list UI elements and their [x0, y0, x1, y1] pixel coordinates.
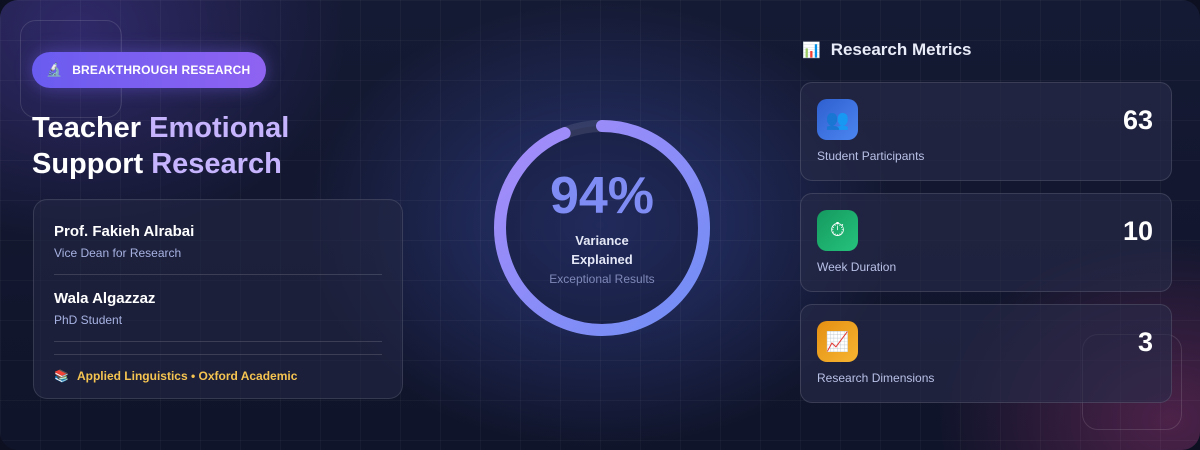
metric-value: 3: [1137, 327, 1153, 357]
author-role: Vice Dean for Research: [54, 246, 182, 260]
title-word-highlight: Research: [151, 148, 282, 180]
metric-card-dimensions: 📈 3 Research Dimensions: [800, 304, 1172, 403]
badge-label: BREAKTHROUGH RESEARCH: [72, 63, 251, 77]
variance-sublabel: Exceptional Results: [549, 272, 655, 286]
bar-chart-icon: 📊: [802, 42, 821, 59]
author-name: Prof. Fakieh Alrabai: [54, 223, 195, 240]
variance-percent: 94%: [549, 167, 655, 225]
journal-label: Applied Linguistics • Oxford Academic: [76, 369, 298, 383]
people-icon: 👥: [817, 99, 858, 140]
variance-label-line: Variance: [575, 233, 629, 248]
metrics-title: Research Metrics: [830, 40, 972, 59]
trend-chart-icon: 📈: [817, 321, 858, 362]
metric-card-duration: ⏱ 10 Week Duration: [800, 193, 1172, 292]
people-icon-glyph: 👥: [825, 109, 850, 131]
author-role: PhD Student: [54, 313, 123, 327]
authors-panel: Prof. Fakieh Alrabai Vice Dean for Resea…: [33, 199, 403, 399]
metric-value: 63: [1122, 105, 1153, 135]
divider: [54, 354, 382, 355]
author-name: Wala Algazzaz: [54, 290, 156, 307]
ring-center: 94% Variance Explained Exceptional Resul…: [492, 118, 712, 338]
author-entry: Wala Algazzaz PhD Student: [54, 289, 382, 342]
metric-label: Research Dimensions: [817, 371, 935, 385]
variance-ring: 94% Variance Explained Exceptional Resul…: [492, 118, 712, 338]
microscope-icon: 🔬: [46, 62, 63, 77]
page-title: Teacher Emotional Support Research: [32, 110, 432, 182]
author-entry: Prof. Fakieh Alrabai Vice Dean for Resea…: [54, 222, 382, 275]
journal-info: 📚 Applied Linguistics • Oxford Academic: [54, 369, 382, 383]
metric-label: Week Duration: [817, 260, 897, 274]
title-word: Teacher: [32, 112, 142, 144]
metric-card-participants: 👥 63 Student Participants: [800, 82, 1172, 181]
books-icon: 📚: [54, 369, 69, 383]
breakthrough-badge: 🔬 BREAKTHROUGH RESEARCH: [32, 52, 267, 88]
research-card: 🔬 BREAKTHROUGH RESEARCH Teacher Emotiona…: [0, 0, 1200, 450]
metric-value: 10: [1122, 216, 1153, 246]
stopwatch-icon-glyph: ⏱: [830, 219, 845, 241]
metric-label: Student Participants: [817, 149, 925, 163]
title-word: Support: [32, 148, 144, 180]
metrics-header: 📊 Research Metrics: [802, 40, 972, 60]
variance-label-line: Explained: [571, 252, 633, 267]
stopwatch-icon: ⏱: [817, 210, 858, 251]
trend-chart-icon-glyph: 📈: [825, 331, 850, 353]
variance-label: Variance Explained: [552, 231, 652, 269]
title-word-highlight: Emotional: [149, 112, 290, 144]
